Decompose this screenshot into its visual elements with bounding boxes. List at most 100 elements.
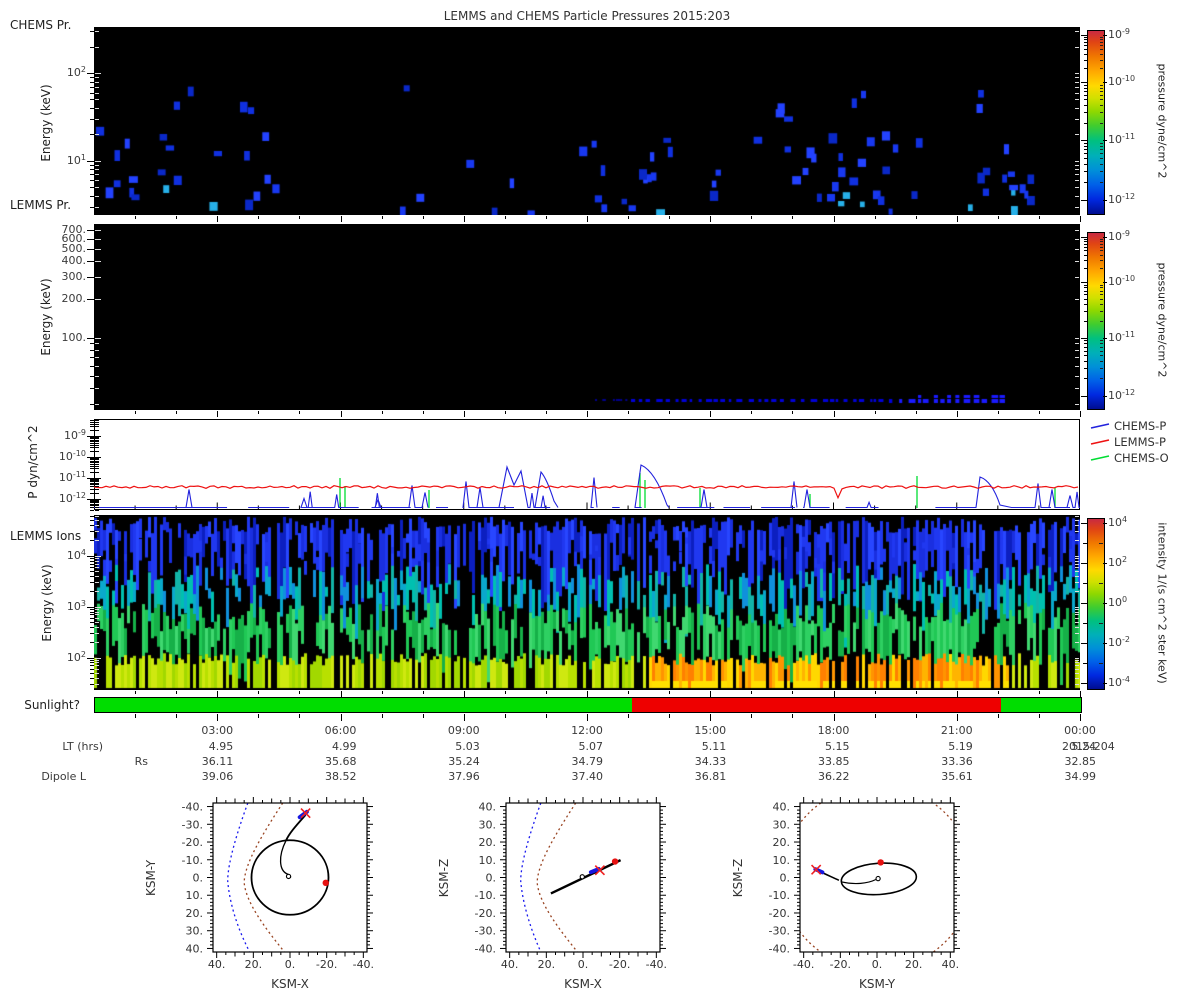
tick-mark — [95, 558, 99, 559]
tick-mark — [1075, 343, 1079, 344]
tick-mark — [87, 299, 94, 300]
tick-mark — [87, 607, 94, 608]
tick-mark — [1084, 153, 1087, 154]
orbit3-ylabel: KSM-Z — [731, 859, 745, 897]
tick-mark — [1100, 158, 1103, 159]
tick-mark — [90, 445, 94, 446]
orbit-xtick-label: -40. — [793, 958, 814, 971]
tick-mark — [1100, 291, 1103, 292]
tick-mark — [382, 411, 383, 414]
colorbar-tick-label: 10-4 — [1108, 675, 1130, 689]
lemms-pr-canvas — [94, 224, 1080, 410]
tick-mark — [90, 507, 94, 508]
tick-mark — [382, 216, 383, 219]
ephemeris-row-label-lt: LT (hrs) — [62, 740, 103, 753]
tick-mark — [90, 464, 94, 465]
tick-mark — [95, 441, 99, 442]
tick-mark — [90, 678, 94, 679]
tick-mark — [957, 411, 958, 417]
tick-mark — [90, 426, 94, 427]
tick-mark — [95, 119, 99, 120]
tick-mark — [1075, 134, 1079, 135]
tick-mark — [1103, 603, 1107, 604]
tick-mark — [1075, 366, 1079, 367]
tick-mark — [1084, 351, 1087, 352]
lemms-pressure-spectrogram — [94, 224, 1080, 410]
tick-mark — [1084, 239, 1087, 240]
orbit-xtick-label: 20. — [905, 958, 923, 971]
tick-mark — [1075, 525, 1079, 526]
tick-mark — [1084, 285, 1087, 286]
tick-mark — [95, 478, 101, 479]
orbit-ytick-label: -10. — [182, 854, 203, 867]
tick-mark — [1084, 143, 1087, 144]
orbit-xtick-label: -20. — [830, 958, 851, 971]
tick-mark — [1084, 255, 1087, 256]
tick-mark — [751, 691, 752, 694]
tick-mark — [87, 338, 94, 339]
tick-mark — [1100, 250, 1103, 251]
y-tick-label: 10-9 — [64, 428, 86, 443]
tick-mark — [90, 481, 94, 482]
ephemeris-row-label-rs: Rs — [134, 755, 148, 768]
sunlight-segment-lit — [1001, 698, 1081, 712]
tick-mark — [95, 607, 101, 608]
tick-mark — [792, 411, 793, 414]
orbit-ytick-label: -30. — [475, 925, 496, 938]
tick-mark — [875, 714, 876, 718]
tick-mark — [1100, 143, 1103, 144]
tick-mark — [1081, 643, 1087, 644]
orbit-ytick-label: 30. — [773, 818, 791, 831]
tick-mark — [1075, 77, 1079, 78]
tick-mark — [628, 691, 629, 694]
y-tick-label: 103 — [66, 598, 86, 613]
tick-mark — [95, 531, 99, 532]
tick-mark — [90, 618, 94, 619]
orbit-ytick-label: -20. — [182, 836, 203, 849]
orbit-xtick-label: 40. — [501, 958, 519, 971]
time-tick-label: 12:00 — [571, 724, 603, 737]
tick-mark — [217, 216, 218, 222]
orbit-ytick-label: 20. — [773, 836, 791, 849]
tick-mark — [505, 691, 506, 694]
tick-mark — [834, 714, 835, 721]
orbit-xtick-label: 0. — [872, 958, 883, 971]
tick-mark — [1100, 294, 1103, 295]
tick-mark — [1084, 112, 1087, 113]
tick-mark — [95, 466, 99, 467]
orbit-ytick-label: 0. — [193, 872, 204, 885]
tick-mark — [1099, 543, 1103, 544]
tick-mark — [957, 714, 958, 721]
tick-mark — [87, 277, 94, 278]
tick-mark — [1103, 523, 1107, 524]
tick-mark — [1100, 123, 1103, 124]
tick-mark — [90, 665, 94, 666]
tick-mark — [1075, 388, 1079, 389]
tick-mark — [95, 669, 99, 670]
tick-mark — [90, 500, 94, 501]
tick-mark — [95, 662, 99, 663]
tick-mark — [95, 622, 99, 623]
tick-mark — [1075, 561, 1079, 562]
tick-mark — [95, 169, 99, 170]
colorbar-tick-label: 104 — [1108, 515, 1128, 529]
tick-mark — [217, 411, 218, 417]
tick-mark — [1081, 237, 1087, 238]
tick-mark — [423, 216, 424, 219]
tick-mark — [1075, 93, 1079, 94]
orbit-ytick-label: 40. — [479, 801, 497, 814]
tick-mark — [1084, 378, 1087, 379]
tick-mark — [1084, 54, 1087, 55]
tick-mark — [1080, 714, 1081, 721]
colorbar-tick-label: 10-2 — [1108, 635, 1130, 649]
tick-mark — [1084, 244, 1087, 245]
tick-mark — [90, 31, 94, 32]
orbit-ytick-label: 0. — [486, 872, 497, 885]
colorbar-tick-label: 10-12 — [1108, 192, 1136, 206]
tick-mark — [1100, 241, 1103, 242]
tick-mark — [299, 411, 300, 414]
tick-mark — [1084, 60, 1087, 61]
tick-mark — [1100, 49, 1103, 50]
tick-mark — [1100, 347, 1103, 348]
tick-mark — [669, 691, 670, 694]
